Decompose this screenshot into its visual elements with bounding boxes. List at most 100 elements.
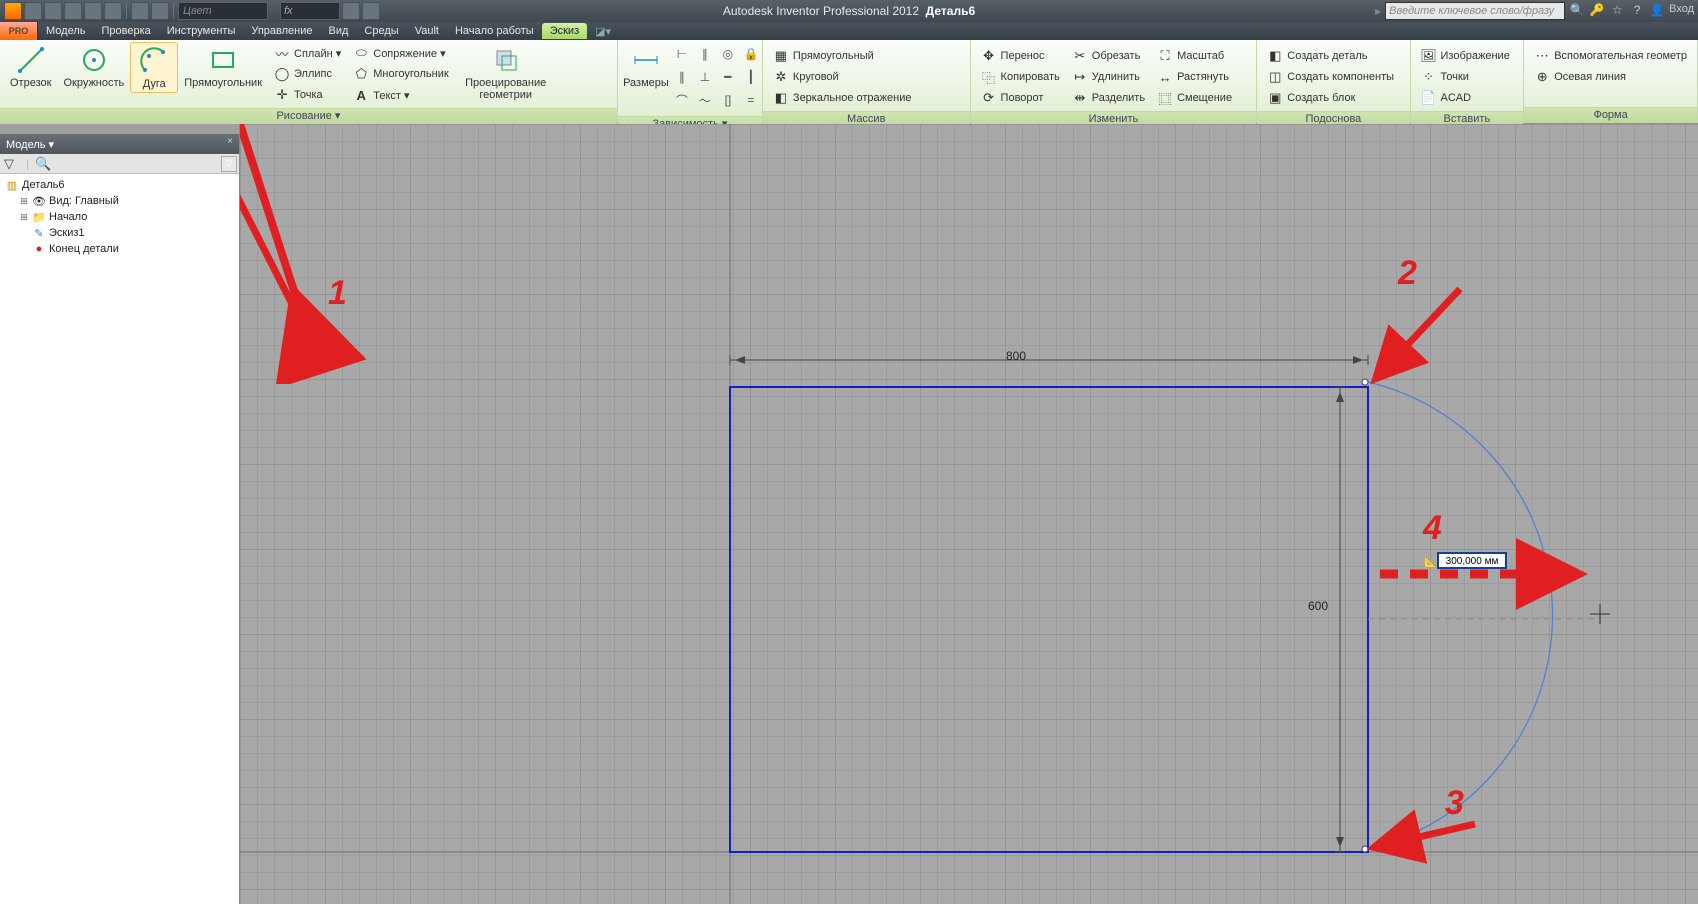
extend-button[interactable]: ↦Удлинить	[1069, 67, 1148, 87]
tab-extra[interactable]: ◪▾	[587, 25, 619, 38]
model-tree[interactable]: ▥Деталь6 ⊞👁Вид: Главный ⊞📁Начало ✎Эскиз1…	[0, 174, 239, 904]
tab-inspect[interactable]: Проверка	[93, 25, 158, 37]
dimension-button[interactable]: Размеры	[622, 42, 670, 91]
login-button[interactable]: Вход	[1669, 3, 1694, 19]
stretch-button[interactable]: ↔Растянуть	[1154, 67, 1235, 87]
constraint-tangent-icon[interactable]: ⌒	[672, 90, 692, 110]
app-button[interactable]: PRO	[0, 22, 38, 40]
qat-extra2-icon[interactable]	[362, 2, 380, 20]
acad-button[interactable]: 📄ACAD	[1418, 88, 1513, 108]
app-menu-icon[interactable]	[4, 2, 22, 20]
point-button[interactable]: ✛Точка	[271, 85, 344, 105]
constraint-horizontal-icon[interactable]: ━	[718, 67, 738, 87]
dim-width-label[interactable]: 800	[1006, 349, 1026, 363]
find-icon[interactable]: 🔍	[35, 156, 51, 172]
constraint-parallel-icon[interactable]: ∥	[672, 67, 692, 87]
tab-model[interactable]: Модель	[38, 25, 93, 37]
rectangle-button[interactable]: Прямоугольник	[178, 42, 268, 91]
tab-tools[interactable]: Инструменты	[159, 25, 244, 37]
extend-label: Удлинить	[1092, 71, 1140, 83]
search-input[interactable]: Введите ключевое слово/фразу	[1385, 2, 1565, 20]
offset-button[interactable]: ⿴Смещение	[1154, 88, 1235, 108]
mirror-button[interactable]: ◧Зеркальное отражение	[770, 88, 915, 108]
create-part-button[interactable]: ◧Создать деталь	[1264, 46, 1397, 66]
binoculars-icon[interactable]: 🔍	[1569, 3, 1585, 19]
constraint-fix-icon[interactable]: 🔒	[741, 44, 761, 64]
copy-button[interactable]: ⿻Копировать	[978, 67, 1063, 87]
constraint-symmetric-icon[interactable]: []	[718, 90, 738, 110]
image-button[interactable]: 🖼Изображение	[1418, 46, 1513, 66]
tree-view[interactable]: ⊞👁Вид: Главный	[3, 193, 236, 209]
qat-save-icon[interactable]	[64, 2, 82, 20]
color-override-input[interactable]: Цвет	[178, 2, 268, 20]
line-button[interactable]: Отрезок	[4, 42, 57, 91]
create-block-button[interactable]: ▣Создать блок	[1264, 88, 1397, 108]
qat-extra1-icon[interactable]	[342, 2, 360, 20]
centerline-button[interactable]: ⊕Осевая линия	[1531, 67, 1690, 87]
browser-close-icon[interactable]: ×	[223, 136, 237, 150]
tree-root[interactable]: ▥Деталь6	[3, 177, 236, 193]
qat-select-icon[interactable]	[131, 2, 149, 20]
sketch-canvas[interactable]: 800 600 📐 300,000 мм 1 2	[240, 124, 1698, 904]
circle-button[interactable]: Окружность	[57, 42, 130, 91]
qat-open-icon[interactable]	[44, 2, 62, 20]
constraint-smooth-icon[interactable]: 〜	[695, 90, 715, 110]
tab-view[interactable]: Вид	[321, 25, 357, 37]
move-button[interactable]: ✥Перенос	[978, 46, 1063, 66]
points-button[interactable]: ⁘Точки	[1418, 67, 1513, 87]
offset-icon: ⿴	[1157, 90, 1173, 106]
qat-undo-icon[interactable]	[84, 2, 102, 20]
dim-height-label[interactable]: 600	[1308, 599, 1328, 613]
rotate-button[interactable]: ⟳Поворот	[978, 88, 1063, 108]
key-icon[interactable]: 🔑	[1589, 3, 1605, 19]
tree-eop[interactable]: ●Конец детали	[3, 241, 236, 257]
filter-icon[interactable]: ▽	[4, 156, 20, 172]
tab-getstarted[interactable]: Начало работы	[447, 25, 542, 37]
fillet-button[interactable]: ⬭Сопряжение ▾	[350, 43, 451, 63]
trim-button[interactable]: ✂Обрезать	[1069, 46, 1148, 66]
acad-icon: 📄	[1421, 90, 1437, 106]
point-label: Точка	[294, 89, 323, 101]
constraint-coincident-icon[interactable]: ⊢	[672, 44, 692, 64]
qat-redo-icon[interactable]	[104, 2, 122, 20]
help-icon[interactable]: ?	[1629, 3, 1645, 19]
spline-button[interactable]: 〰Сплайн ▾	[271, 43, 344, 63]
constraint-concentric-icon[interactable]: ◎	[718, 44, 738, 64]
tab-vault[interactable]: Vault	[407, 25, 447, 37]
fx-input[interactable]: fx	[280, 2, 340, 20]
arc-button[interactable]: Дуга	[130, 42, 178, 93]
qat-update-icon[interactable]	[151, 2, 169, 20]
constraint-collinear-icon[interactable]: ∥	[695, 44, 715, 64]
rect-array-button[interactable]: ▦Прямоугольный	[770, 46, 915, 66]
split-button[interactable]: ⇹Разделить	[1069, 88, 1148, 108]
scale-button[interactable]: ⛶Масштаб	[1154, 46, 1235, 66]
comm-icon[interactable]: ☆	[1609, 3, 1625, 19]
tree-sketch-label: Эскиз1	[49, 227, 85, 239]
constraint-perpendicular-icon[interactable]: ⊥	[695, 67, 715, 87]
create-components-button[interactable]: ◫Создать компоненты	[1264, 67, 1397, 87]
tree-sketch[interactable]: ✎Эскиз1	[3, 225, 236, 241]
qat-new-icon[interactable]	[24, 2, 42, 20]
polygon-button[interactable]: ⬠Многоугольник	[350, 64, 451, 84]
tab-environments[interactable]: Среды	[356, 25, 406, 37]
tab-sketch[interactable]: Эскиз	[542, 23, 587, 39]
browser-header[interactable]: Модель ▾ × ?	[0, 134, 239, 154]
panel-modify: ✥Перенос ⿻Копировать ⟳Поворот ✂Обрезать …	[971, 40, 1258, 123]
constraint-equal-icon[interactable]: =	[741, 90, 761, 110]
line-label: Отрезок	[10, 77, 51, 89]
text-icon: A	[353, 87, 369, 103]
constraint-vertical-icon[interactable]: ┃	[741, 67, 761, 87]
browser-help-icon[interactable]: ?	[221, 156, 237, 172]
project-geometry-button[interactable]: Проецирование геометрии	[455, 42, 557, 103]
construction-button[interactable]: ⋯Вспомогательная геометр	[1531, 46, 1690, 66]
ellipse-button[interactable]: ◯Эллипс	[271, 64, 344, 84]
tab-manage[interactable]: Управление	[243, 25, 320, 37]
tree-origin[interactable]: ⊞📁Начало	[3, 209, 236, 225]
tree-eop-label: Конец детали	[49, 243, 119, 255]
circ-array-button[interactable]: ✲Круговой	[770, 67, 915, 87]
text-button[interactable]: AТекст ▾	[350, 85, 451, 105]
user-icon[interactable]: 👤	[1649, 3, 1665, 19]
arc-radius-input[interactable]: 📐 300,000 мм	[1437, 552, 1507, 569]
panel-draw-title[interactable]: Рисование ▾	[0, 108, 617, 124]
browser-toolbar: ▽ | 🔍	[0, 154, 239, 174]
